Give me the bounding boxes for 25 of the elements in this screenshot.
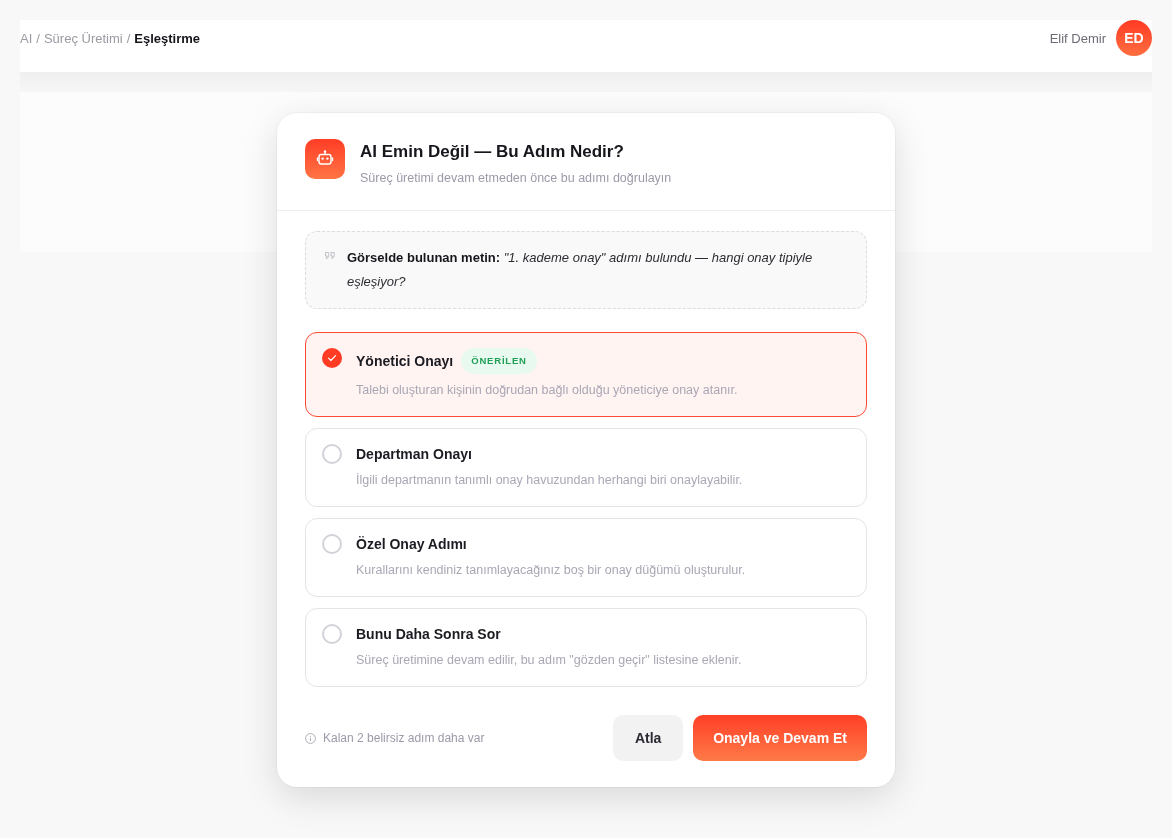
recommended-badge: ÖNERİLEN (461, 348, 537, 374)
breadcrumb-current: Eşleştirme (134, 30, 201, 46)
skip-button[interactable]: Atla (613, 715, 684, 761)
option-description: İlgili departmanın tanımlı onay havuzundan herhangi biri onaylayabilir. (356, 472, 743, 489)
dialog-subtitle: Süreç üretimi devam etmeden önce bu adımı doğrulayın (360, 170, 672, 187)
option-title: Departman Onayı (356, 445, 472, 464)
user-name: Elif Demir (1049, 30, 1106, 46)
quote-icon (325, 252, 335, 259)
option-description: Kurallarını kendiniz tanımlayacağınız boş bir onay düğümü oluşturulur. (356, 562, 746, 579)
robot-icon (305, 139, 345, 179)
breadcrumb-separator: / (126, 30, 131, 46)
info-icon (305, 732, 316, 744)
option-card[interactable]: Bunu Daha Sonra Sor Süreç üretimine devam edilir, bu adım "gözden geçir" listesine eklenir. (305, 608, 867, 687)
breadcrumb-separator: / (36, 30, 40, 46)
remaining-steps-note: Kalan 2 belirsiz adım daha var (323, 731, 485, 745)
option-description: Süreç üretimine devam edilir, bu adım "gözden geçir" listesine eklenir. (356, 652, 742, 669)
option-title: Özel Onay Adımı (356, 535, 467, 554)
option-description: Talebi oluşturan kişinin doğrudan bağlı olduğu yöneticiye onay atanır. (356, 382, 738, 399)
dialog-title: AI Emin Değil — Bu Adım Nedir? (360, 141, 625, 163)
option-title: Yönetici Onayı (356, 352, 454, 371)
option-card[interactable]: Departman Onayı İlgili departmanın tanımlı onay havuzundan herhangi biri onaylayabilir. (305, 428, 867, 507)
option-title: Bunu Daha Sonra Sor (356, 625, 501, 644)
option-card[interactable]: Özel Onay Adımı Kurallarını kendiniz tanımlayacağınız boş bir onay düğümü oluşturulur. (305, 518, 867, 597)
option-card[interactable]: Yönetici Onayı ÖNERİLEN Talebi oluşturan kişinin doğrudan bağlı olduğu yöneticiye onay atanır. (305, 332, 867, 417)
detected-text: Görselde bulunan metin: "1. kademe onay" adımı bulundu — hangi onay tipiyle eşleşiyor? (347, 249, 814, 291)
